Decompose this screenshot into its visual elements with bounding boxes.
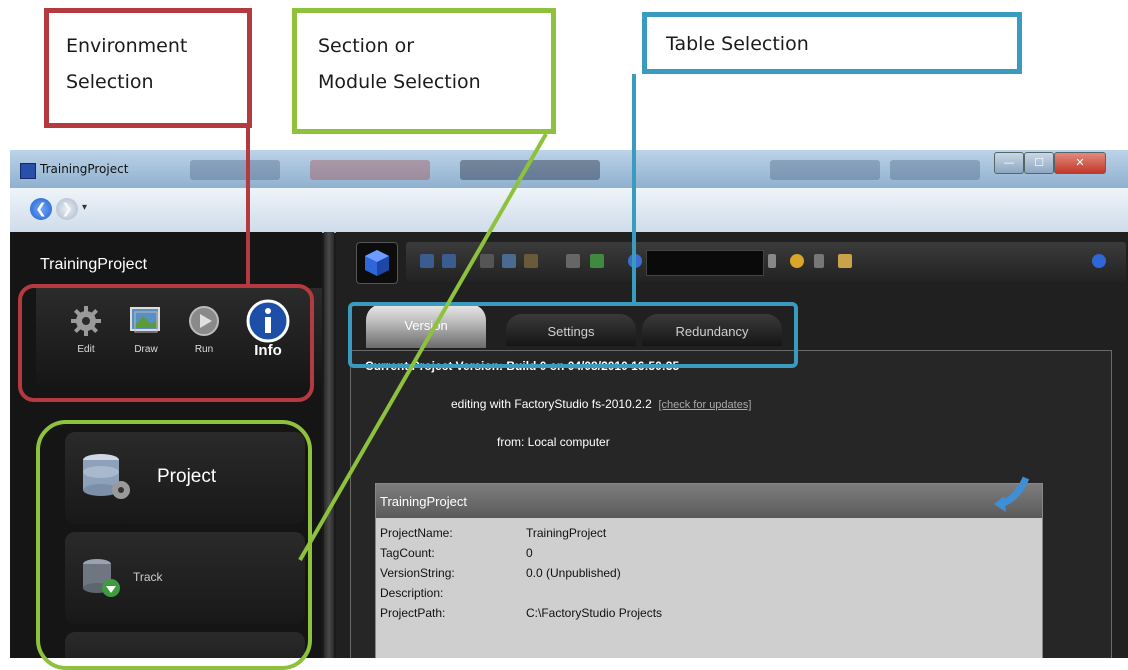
callout-connector-lines	[246, 74, 636, 562]
section-connector-line	[298, 132, 548, 562]
